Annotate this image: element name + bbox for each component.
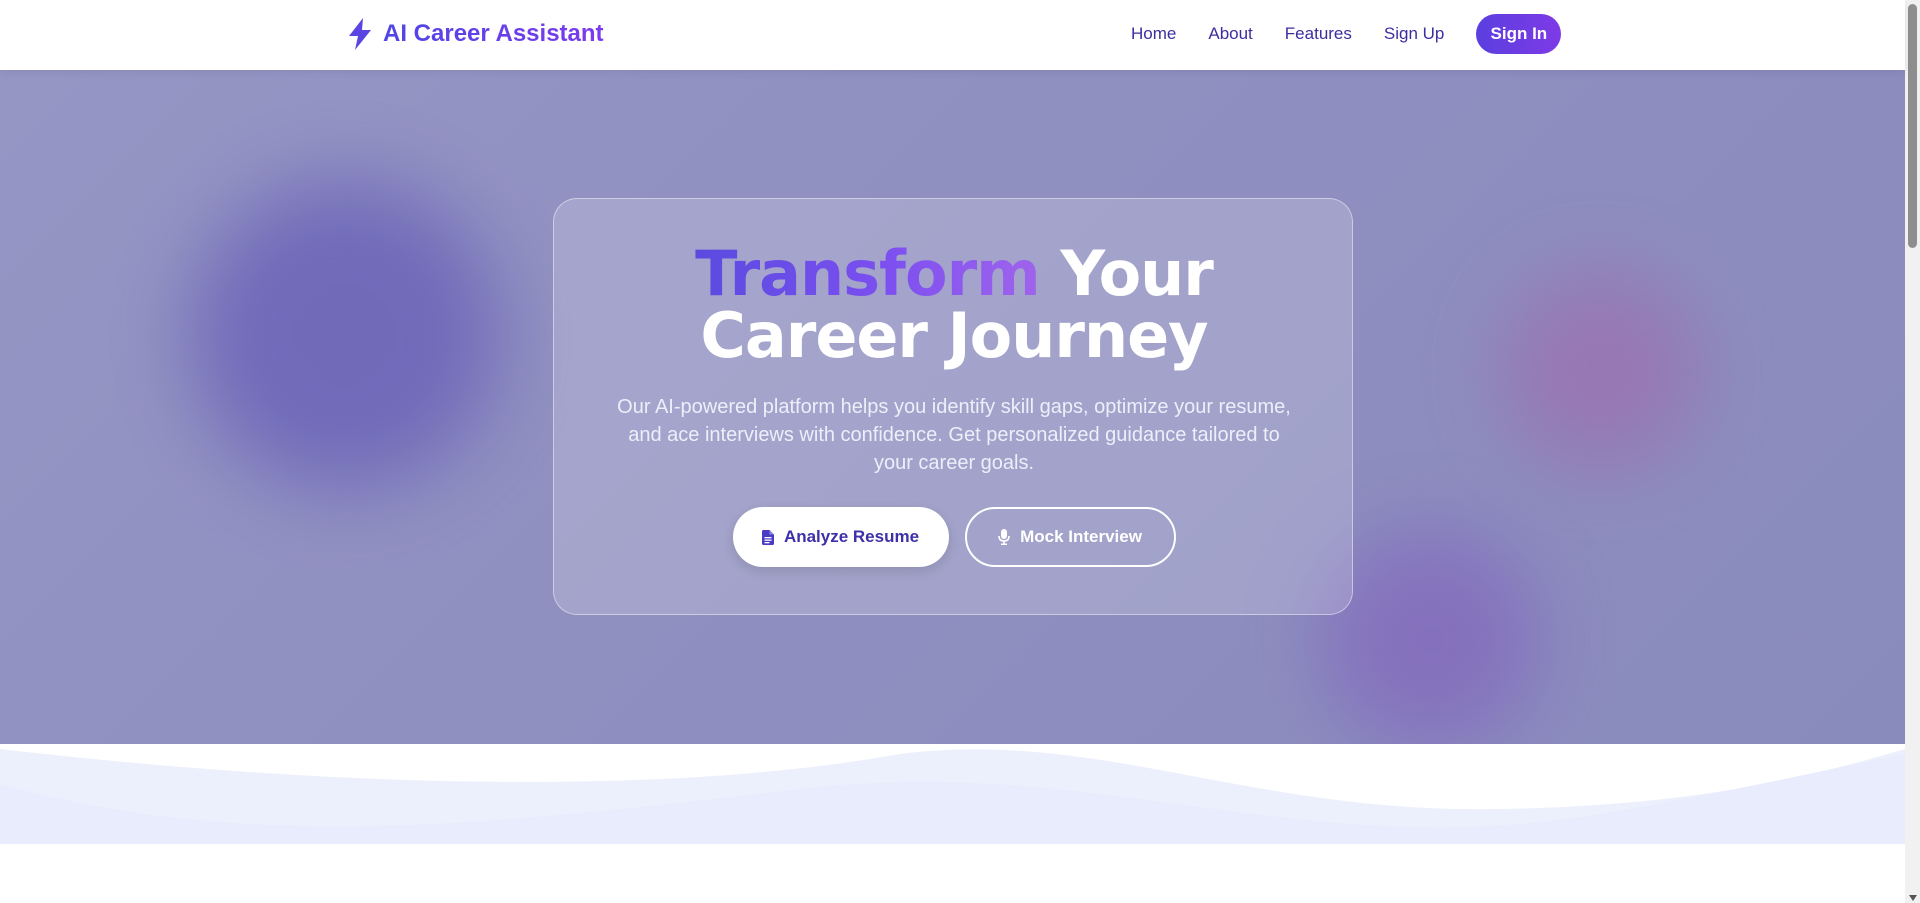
analyze-resume-button[interactable]: Analyze Resume: [732, 507, 949, 567]
brand-name: AI Career Assistant: [383, 20, 604, 47]
scroll-down-arrow-icon[interactable]: [1909, 895, 1917, 901]
hero-card: Transform Your Career Journey Our AI-pow…: [553, 198, 1353, 615]
hero-actions: Analyze Resume Mock Interview: [554, 507, 1354, 567]
mock-interview-label: Mock Interview: [1020, 527, 1142, 546]
decorative-blob: [190, 180, 500, 490]
hero-subtitle: Our AI-powered platform helps you identi…: [617, 396, 1291, 474]
decorative-blob: [1500, 270, 1700, 470]
sign-in-button[interactable]: Sign In: [1476, 14, 1562, 54]
nav-menu: Home About Features Sign Up Sign In: [1131, 14, 1562, 54]
navbar: AI Career Assistant Home About Features …: [0, 0, 1905, 70]
nav-features[interactable]: Features: [1285, 14, 1352, 54]
document-icon: [761, 529, 774, 545]
hero-section: Transform Your Career Journey Our AI-pow…: [0, 70, 1905, 744]
analyze-resume-label: Analyze Resume: [783, 527, 920, 546]
bolt-icon: [349, 18, 371, 50]
wave-divider: [0, 744, 1905, 844]
page-scrollbar[interactable]: [1905, 0, 1920, 903]
headline-line2: Career Journey: [700, 299, 1208, 372]
microphone-icon: [998, 529, 1010, 545]
nav-home[interactable]: Home: [1131, 14, 1176, 54]
brand-logo[interactable]: AI Career Assistant: [347, 18, 604, 50]
nav-about[interactable]: About: [1208, 14, 1252, 54]
mock-interview-button[interactable]: Mock Interview: [964, 507, 1176, 567]
hero-headline: Transform Your Career Journey: [554, 243, 1354, 367]
nav-sign-up[interactable]: Sign Up: [1384, 14, 1444, 54]
scrollbar-thumb[interactable]: [1908, 4, 1917, 248]
